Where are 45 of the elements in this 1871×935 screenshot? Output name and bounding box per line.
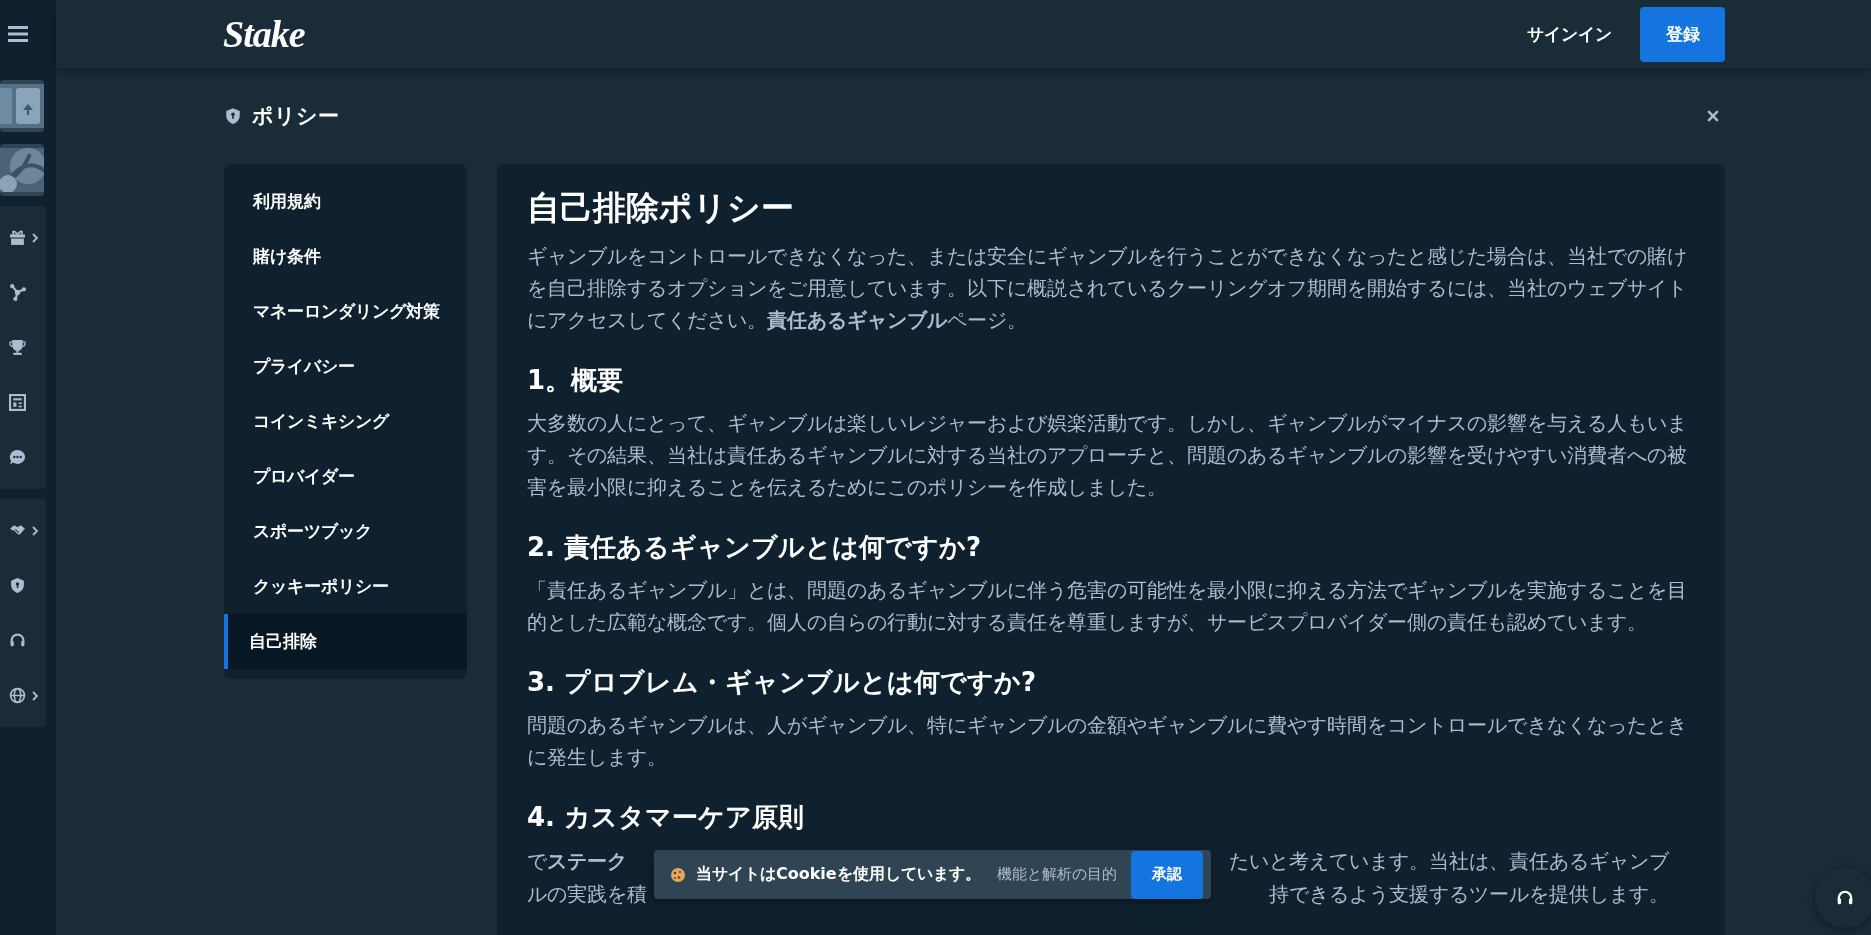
paragraph: 大多数の人にとって、ギャンブルは楽しいレジャーおよび娯楽活動です。しかし、ギャンブルがマイナスの影響を与える人もいます。その結果、当社は責任あるギャンブルに対する当社のアプローチと、問題のあるギャンブルの影響を受けやすい消費者への被害を最小限に抑えることを伝えるためにこのポリシーを作成しました。	[527, 411, 1688, 501]
text-fragment: でステーク	[527, 849, 627, 875]
shield-icon	[224, 106, 242, 126]
section-heading: 2. 責任あるギャンブルとは何ですか?	[527, 531, 983, 564]
paragraph: ギャンブルをコントロールできなくなった、または安全にギャンブルを行うことができなくなったと感じた場合は、当社での賭けを自己排除するオプションをご用意しています。以下に概説されているクーリングオフ期間を開始するには、当社のウェブサイトにアクセスしてください。責任あるギャンブルページ。	[527, 244, 1688, 334]
accept-button[interactable]: 承認	[1130, 850, 1203, 899]
headset-icon[interactable]	[9, 632, 26, 649]
menu-item[interactable]: 利用規約	[224, 174, 467, 229]
chat-icon[interactable]	[9, 449, 26, 466]
section-heading: 3. プロブレム・ギャンブルとは何ですか?	[527, 666, 1038, 699]
trophy-icon[interactable]	[9, 339, 26, 356]
page-title: ポリシー	[252, 103, 339, 130]
menu-item[interactable]: プライバシー	[224, 339, 467, 394]
menu-icon[interactable]	[8, 26, 28, 42]
close-icon[interactable]	[1707, 110, 1719, 122]
cookie-message: 当サイトはCookieを使用しています。	[696, 864, 981, 885]
chevron-icon	[32, 232, 38, 243]
headset-icon	[1836, 889, 1854, 907]
cookie-purpose-link[interactable]: 機能と解析の目的	[996, 865, 1117, 884]
chevron-icon	[32, 690, 38, 701]
text-fragment: 持できるよう支援するツールを提供します。	[1269, 882, 1669, 908]
paragraph: 「責任あるギャンブル」とは、問題のあるギャンブルに伴う危害の可能性を最小限に抑える方法でギャンブルを実施することを目的とした広範な概念です。個人の自らの行動に対する責任を尊重しますが、サービスプロバイダー側の責任も認めています。	[527, 578, 1688, 636]
newspaper-icon[interactable]	[9, 394, 26, 411]
text-fragment: ルの実践を積	[527, 882, 647, 908]
menu-item[interactable]: 自己排除	[224, 614, 467, 669]
spinner-icon[interactable]	[9, 284, 26, 301]
shield-icon[interactable]	[9, 577, 26, 594]
cookie-icon	[670, 866, 686, 883]
section-heading: 4. カスタマーケア原則	[527, 801, 806, 834]
menu-item[interactable]: スポーツブック	[224, 504, 467, 559]
document-title: 自己排除ポリシー	[527, 187, 795, 229]
paragraph: 問題のあるギャンブルは、人がギャンブル、特にギャンブルの金額やギャンブルに費やす時間をコントロールできなくなったときに発生します。	[527, 713, 1688, 771]
menu-item[interactable]: コインミキシング	[224, 394, 467, 449]
text-fragment: たいと考えています。当社は、責任あるギャンブ	[1229, 849, 1669, 875]
gift-icon[interactable]	[9, 229, 26, 246]
globe-icon[interactable]	[9, 687, 26, 704]
menu-item[interactable]: 賭け条件	[224, 229, 467, 284]
menu-item[interactable]: クッキーポリシー	[224, 559, 467, 614]
menu-item[interactable]: マネーロンダリング対策	[224, 284, 467, 339]
menu-item[interactable]: プロバイダー	[224, 449, 467, 504]
register-button[interactable]: 登録	[1640, 6, 1725, 62]
sign-in-button[interactable]: サインイン	[1523, 12, 1616, 56]
chevron-icon	[32, 525, 38, 536]
section-heading: 1。概要	[527, 364, 625, 397]
logo[interactable]: Stake	[223, 12, 305, 56]
